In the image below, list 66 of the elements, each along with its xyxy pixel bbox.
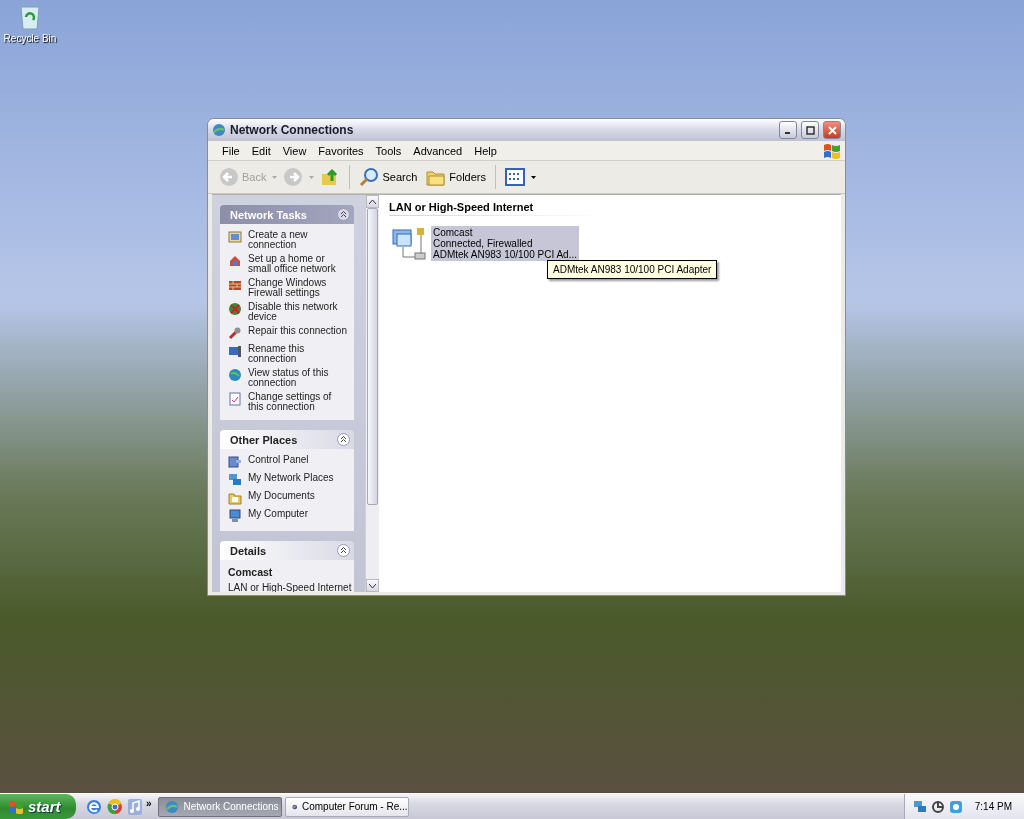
menu-item[interactable]: Edit — [245, 144, 277, 157]
task-link[interactable]: My Documents — [248, 491, 315, 501]
globe-icon — [228, 368, 242, 382]
new-connection-icon — [228, 230, 242, 244]
browser-e-icon[interactable] — [86, 798, 102, 815]
close-icon — [827, 125, 837, 135]
computer-icon — [228, 509, 242, 523]
menu-item[interactable]: File — [216, 144, 246, 157]
network-computers-icon[interactable] — [912, 799, 927, 814]
folder-icon — [228, 491, 242, 505]
connection-item[interactable]: Comcast Connected, Firewalled ADMtek AN983 10/100 PCI Ad... — [431, 226, 579, 261]
flag-logo-icon — [823, 142, 841, 159]
scrollbar[interactable] — [365, 195, 379, 592]
flag-logo-icon — [8, 799, 24, 814]
globe-icon — [228, 302, 242, 316]
rename-icon — [228, 344, 242, 358]
maximize-icon — [805, 125, 815, 135]
clock: 7:14 PM — [974, 801, 1012, 812]
menu-item[interactable]: Favorites — [312, 144, 370, 157]
task-link[interactable]: Repair this connection — [248, 326, 347, 336]
collapse-chevron-icon[interactable] — [337, 208, 350, 221]
maximize-button[interactable] — [801, 121, 819, 139]
more-quick-launch-button[interactable]: » — [146, 798, 152, 809]
browser-circle-icon[interactable] — [107, 798, 123, 815]
task-link[interactable]: Rename this connection — [248, 344, 348, 364]
network-computers-icon — [228, 473, 242, 487]
group-header: LAN or High-Speed Internet — [389, 201, 599, 216]
network-globe-icon — [212, 123, 226, 137]
task-link[interactable]: Change settings of this connection — [248, 392, 348, 412]
task-link[interactable]: Set up a home or small office network — [248, 254, 348, 274]
task-link[interactable]: My Network Places — [248, 473, 334, 483]
task-link[interactable]: Disable this network device — [248, 302, 348, 322]
panel-header[interactable]: Details — [220, 541, 354, 560]
collapse-chevron-icon[interactable] — [337, 544, 350, 557]
task-link[interactable]: Change Windows Firewall settings — [248, 278, 348, 298]
window-title: Network Connections — [230, 123, 355, 137]
search-button[interactable]: Search — [356, 165, 421, 189]
minimize-button[interactable] — [779, 121, 797, 139]
menu-item[interactable]: Tools — [369, 144, 408, 157]
control-panel-icon — [228, 455, 242, 469]
task-link[interactable]: Create a new connection — [248, 230, 348, 250]
recycle-bin-icon[interactable] — [18, 4, 42, 30]
folders-button[interactable]: Folders — [423, 165, 489, 189]
close-button[interactable] — [823, 121, 841, 139]
caret-icon[interactable] — [531, 175, 536, 179]
menu-item[interactable]: View — [276, 144, 313, 157]
task-link[interactable]: Control Panel — [248, 455, 309, 465]
collapse-chevron-icon[interactable] — [337, 433, 350, 446]
start-button[interactable]: start — [0, 794, 76, 819]
network-connection-icon[interactable] — [391, 226, 427, 262]
views-icon — [505, 168, 525, 186]
menu-item[interactable]: Help — [468, 144, 503, 157]
house-icon — [228, 254, 242, 268]
wrench-icon — [228, 326, 242, 340]
task-link[interactable]: My Computer — [248, 509, 308, 519]
task-link[interactable]: View status of this connection — [248, 368, 348, 388]
search-icon — [359, 167, 380, 187]
panel-header[interactable]: Other Places — [220, 430, 354, 449]
taskbar-button[interactable]: Computer Forum - Re... — [284, 796, 409, 817]
brick-wall-icon — [228, 278, 242, 292]
network-globe-icon — [164, 799, 179, 814]
details-name: Comcast — [228, 566, 274, 578]
document-icon — [228, 392, 242, 406]
menu-item[interactable]: Advanced — [407, 144, 469, 157]
tooltip: ADMtek AN983 10/100 PCI Adapter — [547, 260, 718, 279]
views-button[interactable] — [502, 166, 528, 188]
